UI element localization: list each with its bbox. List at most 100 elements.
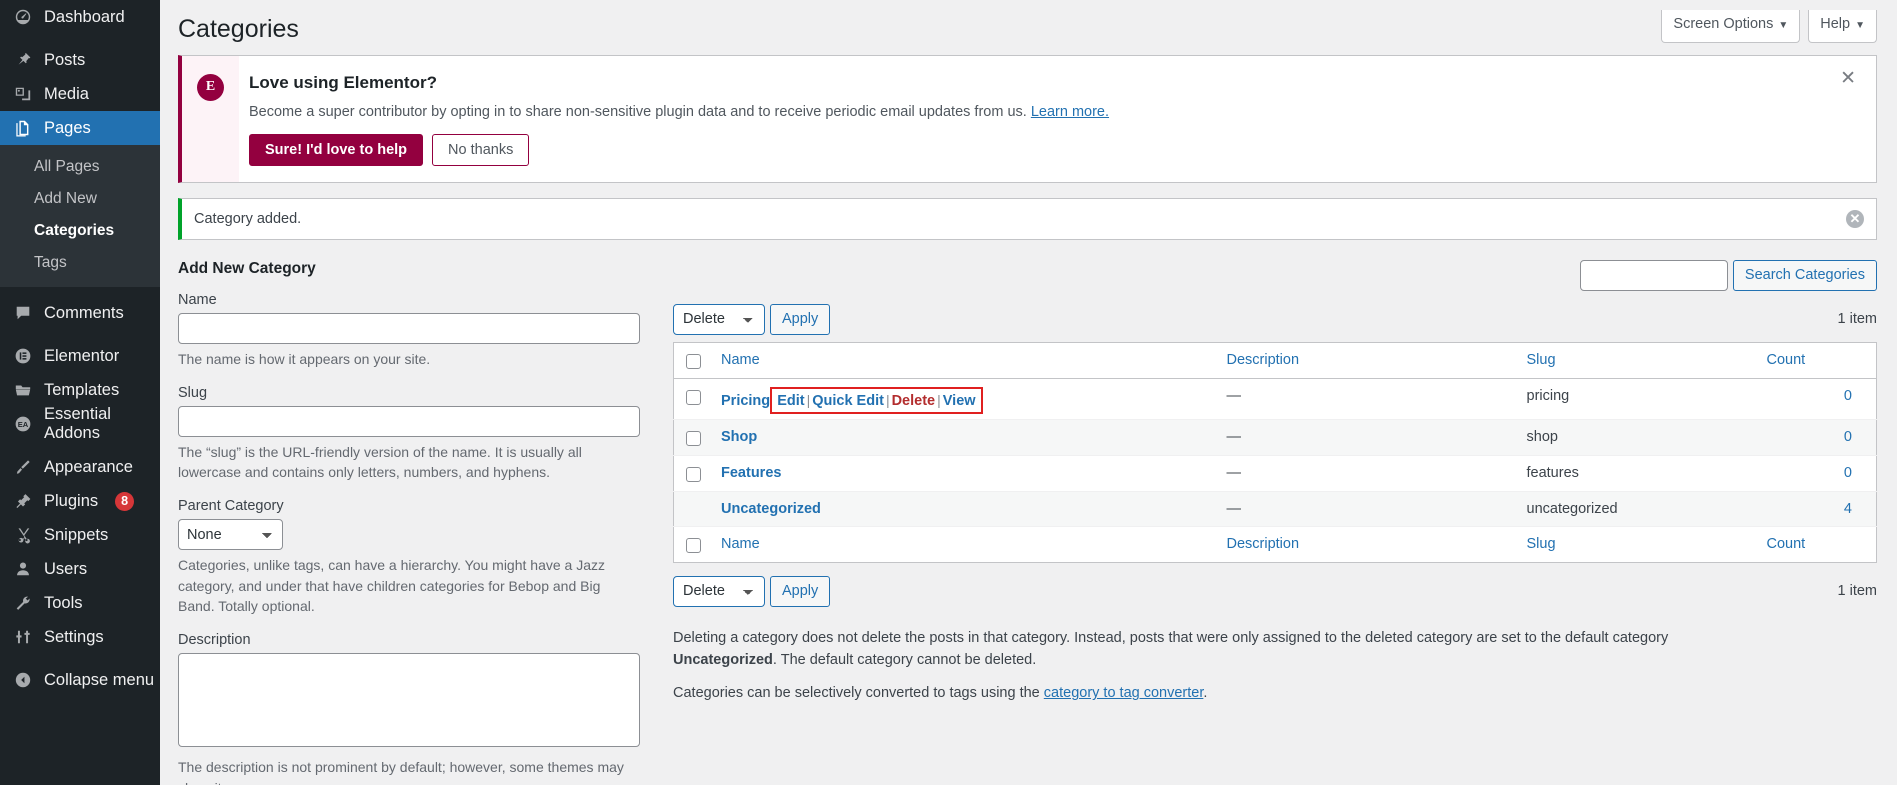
row-select-cell [673,491,711,527]
dismiss-notice-icon[interactable]: ✕ [1846,209,1864,228]
column-header-name[interactable]: Name [711,342,1217,379]
sidebar-item-label: Collapse menu [44,670,155,689]
comments-icon [13,303,33,323]
count-link[interactable]: 0 [1844,388,1852,404]
elementor-notice-description: Become a super contributor by opting in … [249,104,1876,120]
sidebar-item-media[interactable]: Media [0,77,160,111]
table-head: Name Description Slug Count [673,342,1877,379]
row-actions: Edit | Quick Edit | Delete | View [770,386,983,414]
count-link[interactable]: 0 [1844,465,1852,481]
sidebar-item-essential-addons[interactable]: EA Essential Addons [0,405,160,442]
sidebar-item-users[interactable]: Users [0,552,160,586]
sidebar-item-tools[interactable]: Tools [0,586,160,620]
select-all-checkbox-top[interactable] [686,353,701,369]
submenu-item-all-pages[interactable]: All Pages [0,151,160,183]
count-link[interactable]: 4 [1844,501,1852,517]
elementor-notice-icon-column: E [182,55,239,182]
folder-icon [13,380,33,400]
parent-category-select[interactable]: None [178,519,283,551]
category-name-link[interactable]: Features [721,465,781,481]
sidebar-item-label: Users [44,559,88,578]
name-field-help: The name is how it appears on your site. [178,350,431,367]
sidebar-item-settings[interactable]: Settings [0,620,160,654]
apply-bulk-action-button-bottom[interactable]: Apply [770,575,831,607]
column-footer-count[interactable]: Count [1756,525,1877,562]
row-count-cell: 0 [1756,419,1877,456]
footer-line2-pre: Categories can be selectively converted … [673,685,1044,702]
row-checkbox[interactable] [686,389,701,405]
row-name-cell: Pricing Edit | Quick Edit | Delete | View [711,378,1217,420]
learn-more-link[interactable]: Learn more. [1031,104,1109,120]
submenu-item-categories[interactable]: Categories [0,215,160,247]
category-name-link[interactable]: Shop [721,429,757,445]
category-description-textarea[interactable] [178,653,640,748]
row-action-view[interactable]: View [943,393,976,409]
row-slug-cell: pricing [1516,378,1757,420]
row-action-delete[interactable]: Delete [892,393,936,409]
sidebar-item-comments[interactable]: Comments [0,296,160,330]
bulk-actions-bottom: Delete Apply [673,575,831,607]
sidebar-item-label: Plugins [44,491,99,510]
category-slug-input[interactable] [178,405,640,437]
category-name-link[interactable]: Uncategorized [721,501,821,517]
sidebar-item-collapse-menu[interactable]: Collapse menu [0,663,160,697]
count-link[interactable]: 0 [1844,429,1852,445]
row-name-cell: Features [711,455,1217,492]
column-footer-slug[interactable]: Slug [1516,525,1757,562]
sidebar-item-templates[interactable]: Templates [0,373,160,407]
row-slug-cell: shop [1516,419,1757,456]
scissors-icon [13,525,33,545]
sidebar-item-elementor[interactable]: Elementor [0,339,160,373]
column-footer-name[interactable]: Name [711,525,1217,562]
sidebar-item-plugins[interactable]: Plugins 8 [0,484,160,518]
elementor-logo-icon: E [197,73,224,101]
column-header-description[interactable]: Description [1216,342,1517,379]
select-all-header [673,342,711,379]
elementor-notice-description-text: Become a super contributor by opting in … [249,103,1027,120]
column-header-slug[interactable]: Slug [1516,342,1757,379]
search-categories-button[interactable]: Search Categories [1732,259,1877,291]
row-name-cell: Uncategorized [711,491,1217,527]
search-input[interactable] [1579,259,1728,291]
elementor-notice-title: Love using Elementor? [249,72,437,92]
sidebar-item-appearance[interactable]: Appearance [0,450,160,484]
bulk-action-select-top[interactable]: Delete [673,303,765,335]
categories-list-panel: Search Categories Delete Apply 1 item Na… [673,259,1878,785]
category-name-link[interactable]: Pricing [721,393,770,409]
screen-options-button[interactable]: Screen Options ▼ [1661,10,1801,43]
name-field-label: Name [178,291,217,308]
parent-field-help: Categories, unlike tags, can have a hier… [178,557,605,614]
user-icon [13,559,33,579]
row-description-cell: — [1216,378,1517,420]
submenu-item-tags[interactable]: Tags [0,247,160,279]
select-all-checkbox-bottom[interactable] [686,537,701,553]
row-action-edit[interactable]: Edit [777,393,804,409]
elementor-icon [13,346,33,366]
row-select-cell [673,419,711,456]
bulk-action-select-bottom[interactable]: Delete [673,575,765,607]
item-count-top: 1 item [1837,311,1878,327]
column-header-count[interactable]: Count [1756,342,1877,379]
sidebar-item-label: Posts [44,50,86,69]
apply-bulk-action-button-top[interactable]: Apply [770,303,831,335]
sidebar-item-snippets[interactable]: Snippets [0,518,160,552]
row-checkbox[interactable] [686,466,701,482]
row-checkbox[interactable] [686,430,701,446]
submenu-item-add-new[interactable]: Add New [0,183,160,215]
sidebar-item-posts[interactable]: Posts [0,43,160,77]
optin-accept-button[interactable]: Sure! I'd love to help [249,133,424,166]
sidebar-item-dashboard[interactable]: Dashboard [0,0,160,34]
sliders-icon [13,627,33,647]
column-footer-description[interactable]: Description [1216,525,1517,562]
category-name-input[interactable] [178,312,640,344]
table-foot: Name Description Slug Count [673,525,1877,562]
close-icon[interactable]: ✕ [1834,68,1862,89]
action-separator: | [885,391,890,408]
sidebar-item-label: Media [44,84,89,103]
plugins-update-badge: 8 [115,491,135,511]
row-action-quick-edit[interactable]: Quick Edit [812,393,884,409]
help-button[interactable]: Help ▼ [1808,10,1877,43]
category-to-tag-converter-link[interactable]: category to tag converter [1044,685,1204,701]
optin-decline-button[interactable]: No thanks [432,133,530,166]
sidebar-item-pages[interactable]: Pages [0,111,168,145]
